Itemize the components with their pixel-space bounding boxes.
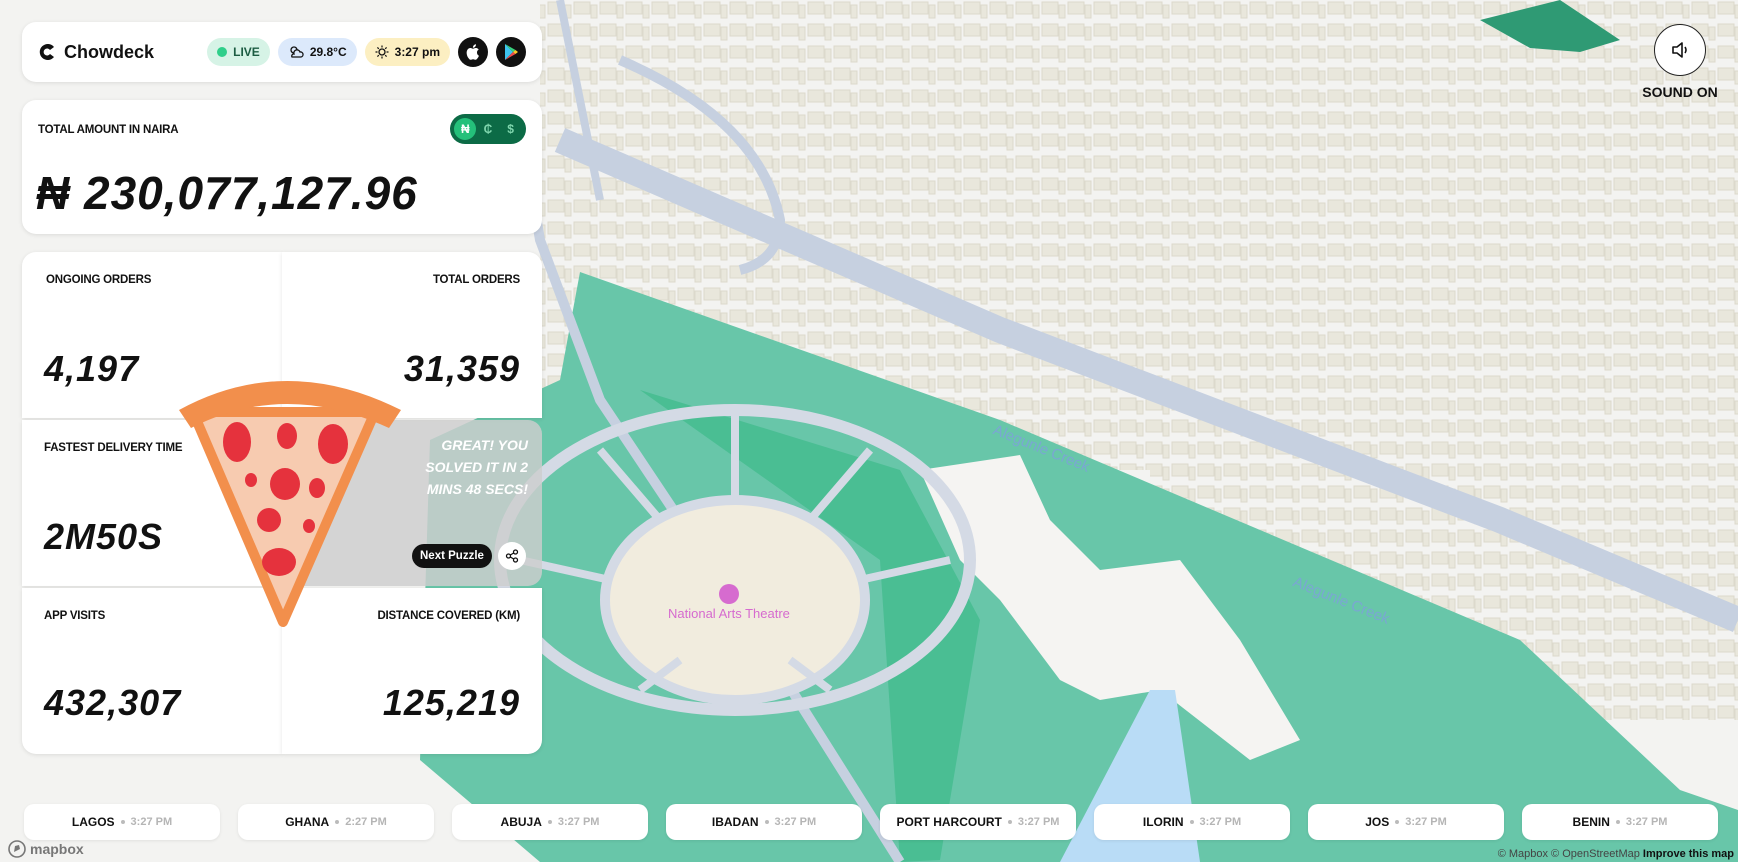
mapbox-icon: [8, 840, 26, 858]
city-tab-lagos[interactable]: LAGOS 3:27 PM: [24, 804, 220, 840]
city-name: JOS: [1365, 815, 1390, 829]
theatre-icon: [718, 584, 739, 604]
weather-badge: 29.8°C: [277, 38, 357, 66]
city-time: 3:27 PM: [557, 816, 600, 828]
dollar-option[interactable]: $: [500, 118, 522, 140]
city-tab-abuja[interactable]: ABUJA 3:27 PM: [452, 804, 648, 840]
city-time: 3:27 PM: [1199, 816, 1242, 828]
city-tab-benin[interactable]: BENIN 3:27 PM: [1522, 804, 1718, 840]
city-tab-port-harcourt[interactable]: PORT HARCOURT 3:27 PM: [880, 804, 1076, 840]
separator-dot-icon: [335, 820, 340, 824]
separator-dot-icon: [120, 820, 125, 824]
next-puzzle-button[interactable]: Next Puzzle: [412, 544, 492, 568]
city-tab-jos[interactable]: JOS 3:27 PM: [1308, 804, 1504, 840]
app-store-button[interactable]: [458, 37, 488, 67]
share-button[interactable]: [498, 542, 526, 570]
brand-logo[interactable]: Chowdeck: [38, 42, 154, 63]
apple-icon: [466, 44, 479, 60]
google-play-icon: [505, 44, 518, 60]
map-attribution: © Mapbox © OpenStreetMap Improve this ma…: [1498, 848, 1734, 860]
city-name: LAGOS: [71, 815, 115, 829]
sun-icon: [375, 45, 389, 59]
total-orders-value: 31,359: [403, 348, 520, 389]
city-time: 3:27 PM: [130, 816, 173, 828]
separator-dot-icon: [1615, 820, 1620, 824]
app-visits-label: APP VISITS: [44, 610, 106, 622]
chowdeck-logo-icon: [39, 44, 54, 60]
live-dot-icon: [217, 47, 228, 57]
total-orders-label: TOTAL ORDERS: [432, 274, 520, 286]
naira-option[interactable]: ₦: [454, 118, 477, 140]
city-time: 3:27 PM: [1625, 816, 1668, 828]
city-name: GHANA: [285, 815, 330, 829]
share-icon: [505, 549, 519, 563]
city-name: ILORIN: [1142, 815, 1184, 829]
cloud-sun-icon: [290, 46, 304, 58]
total-amount-card: TOTAL AMOUNT IN NAIRA ₦ ₵ $ ₦ 230,077,12…: [22, 100, 542, 234]
poi-label[interactable]: National Arts Theatre: [668, 584, 790, 621]
separator-dot-icon: [1189, 820, 1194, 824]
total-amount-value: ₦ 230,077,127.96: [36, 167, 418, 219]
sound-label: SOUND ON: [1642, 84, 1718, 100]
distance-covered-value: 125,219: [382, 682, 520, 723]
fastest-delivery-value: 2M50S: [44, 516, 164, 557]
improve-map-link[interactable]: Improve this map: [1643, 848, 1734, 860]
city-time: 3:27 PM: [774, 816, 817, 828]
brand-name: Chowdeck: [64, 41, 155, 62]
fastest-delivery-label: FASTEST DELIVERY TIME: [44, 442, 183, 454]
city-name: IBADAN: [711, 815, 759, 829]
sound-toggle-button[interactable]: [1654, 24, 1706, 76]
ongoing-orders-value: 4,197: [44, 348, 140, 389]
separator-dot-icon: [1395, 820, 1400, 824]
header-bar: Chowdeck LIVE 29.8°C 3:27 pm: [22, 22, 542, 82]
city-tab-ilorin[interactable]: ILORIN 3:27 PM: [1094, 804, 1290, 840]
ongoing-orders-label: ONGOING ORDERS: [46, 274, 152, 286]
city-tab-ghana[interactable]: GHANA 2:27 PM: [238, 804, 434, 840]
separator-dot-icon: [764, 820, 769, 824]
separator-dot-icon: [547, 820, 552, 824]
city-name: PORT HARCOURT: [896, 815, 1002, 829]
city-name: ABUJA: [500, 815, 542, 829]
time-badge: 3:27 pm: [364, 38, 450, 66]
pizza-slice-icon[interactable]: [175, 372, 407, 634]
city-name: BENIN: [1572, 815, 1610, 829]
cedi-option[interactable]: ₵: [477, 118, 499, 140]
app-visits-value: 432,307: [44, 682, 182, 723]
play-store-button[interactable]: [496, 37, 526, 67]
city-time: 3:27 PM: [1405, 816, 1447, 828]
total-amount-label: TOTAL AMOUNT IN NAIRA: [38, 124, 179, 136]
city-time: 3:27 PM: [1017, 816, 1060, 828]
attribution-text[interactable]: © Mapbox © OpenStreetMap: [1498, 848, 1640, 860]
city-time: 2:27 PM: [345, 816, 387, 828]
live-badge: LIVE: [207, 38, 270, 66]
city-tab-ibadan[interactable]: IBADAN 3:27 PM: [666, 804, 862, 840]
separator-dot-icon: [1007, 820, 1012, 824]
puzzle-message: GREAT! YOU SOLVED IT IN 2 MINS 48 SECS!: [425, 437, 528, 497]
currency-toggle[interactable]: ₦ ₵ $: [450, 114, 526, 144]
mapbox-logo[interactable]: mapbox: [8, 840, 84, 858]
speaker-icon: [1672, 42, 1687, 58]
